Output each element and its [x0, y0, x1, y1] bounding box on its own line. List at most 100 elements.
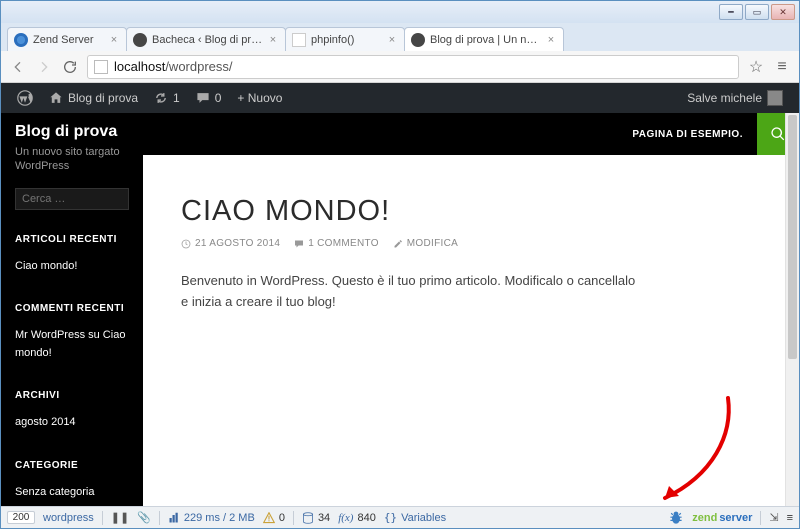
browser-tab[interactable]: Zend Server × [7, 27, 127, 51]
browser-tab[interactable]: phpinfo() × [285, 27, 405, 51]
browser-tab-strip: Zend Server × Bacheca ‹ Blog di prova — … [1, 23, 799, 51]
comment-icon [196, 91, 210, 105]
recent-post-link[interactable]: Ciao mondo! [15, 260, 77, 272]
window-minimize-button[interactable]: ━ [719, 4, 743, 20]
tab-label: Blog di prova | Un nuovo sito [430, 34, 541, 46]
wp-logo-menu[interactable] [9, 83, 41, 113]
browser-toolbar: localhost/wordpress/ ☆ ≡ [1, 51, 799, 83]
admin-new[interactable]: + Nuovo [229, 83, 290, 113]
url-host: localhost [114, 59, 165, 74]
window-close-button[interactable]: ✕ [771, 4, 795, 20]
collapse-button[interactable]: ⇲ [769, 511, 778, 524]
recent-comment-item[interactable]: Mr WordPress su Ciao mondo! [15, 327, 129, 362]
avatar-icon [767, 90, 783, 106]
page-body: Blog di prova Un nuovo sito targato Word… [1, 113, 799, 506]
address-bar[interactable]: localhost/wordpress/ [87, 55, 739, 79]
updates-icon [154, 91, 168, 105]
tab-close-icon[interactable]: × [267, 34, 279, 46]
clock-icon [181, 239, 191, 249]
tab-label: phpinfo() [311, 34, 382, 46]
wp-admin-bar: Blog di prova 1 0 + Nuovo Salve michele [1, 83, 799, 113]
warnings-cell[interactable]: 0 [263, 512, 285, 524]
pause-button[interactable]: ❚❚ [111, 511, 129, 524]
site-sidebar: Blog di prova Un nuovo sito targato Word… [1, 113, 143, 506]
primary-menu: PAGINA DI ESEMPIO. [143, 113, 799, 155]
admin-updates[interactable]: 1 [146, 83, 188, 113]
braces-icon: {} [384, 511, 397, 524]
site-tagline: Un nuovo sito targato WordPress [15, 145, 129, 174]
database-icon [302, 512, 314, 524]
window-maximize-button[interactable]: ▭ [745, 4, 769, 20]
post-date[interactable]: 21 AGOSTO 2014 [181, 238, 280, 249]
timing-cell[interactable]: 229 ms / 2 MB [168, 512, 255, 524]
browser-tab-active[interactable]: Blog di prova | Un nuovo sito × [404, 27, 564, 51]
widget-heading: CATEGORIE [15, 458, 129, 474]
bug-icon [668, 510, 684, 526]
wordpress-icon [17, 90, 33, 106]
content-area: PAGINA DI ESEMPIO. CIAO MONDO! 21 AGOSTO… [143, 113, 799, 506]
tab-close-icon[interactable]: × [545, 34, 557, 46]
admin-comments[interactable]: 0 [188, 83, 230, 113]
tab-close-icon[interactable]: × [386, 34, 398, 46]
zend-server-logo[interactable]: zendserver [692, 512, 752, 524]
admin-site-name: Blog di prova [68, 91, 138, 105]
window-frame: ━ ▭ ✕ Zend Server × Bacheca ‹ Blog di pr… [0, 0, 800, 529]
widget-heading: COMMENTI RECENTI [15, 301, 129, 317]
widget-heading: ARTICOLI RECENTI [15, 232, 129, 248]
post-article: CIAO MONDO! 21 AGOSTO 2014 1 COMMENTO [143, 155, 799, 353]
widget-heading: ARCHIVI [15, 388, 129, 404]
variables-cell[interactable]: {} Variables [384, 511, 446, 524]
page-icon [94, 60, 108, 74]
wordpress-favicon-icon [133, 33, 147, 47]
db-cell[interactable]: 34 [302, 512, 330, 524]
zend-dev-toolbar: 200 wordpress ❚❚ 📎 229 ms / 2 MB 0 34 f(… [1, 506, 799, 528]
home-icon [49, 91, 63, 105]
reload-button[interactable] [61, 58, 79, 76]
post-comments-link[interactable]: 1 COMMENTO [294, 238, 379, 249]
post-meta: 21 AGOSTO 2014 1 COMMENTO MODIFICA [181, 238, 761, 249]
route-label[interactable]: wordpress [43, 512, 94, 524]
post-body: Benvenuto in WordPress. Questo è il tuo … [181, 271, 641, 313]
search-icon [770, 126, 786, 142]
sidebar-search-input[interactable] [15, 188, 129, 210]
site-title[interactable]: Blog di prova [15, 123, 129, 141]
category-link[interactable]: Senza categoria [15, 486, 95, 498]
post-title[interactable]: CIAO MONDO! [181, 195, 761, 228]
user-greeting: Salve michele [687, 91, 762, 105]
tab-label: Bacheca ‹ Blog di prova — W [152, 34, 263, 46]
updates-count: 1 [173, 91, 180, 105]
comments-count: 0 [215, 91, 222, 105]
warning-icon [263, 512, 275, 524]
vertical-scrollbar[interactable] [785, 113, 799, 506]
toolbar-menu-button[interactable]: ≡ [787, 512, 793, 524]
attachment-icon[interactable]: 📎 [137, 511, 151, 524]
tab-close-icon[interactable]: × [108, 34, 120, 46]
url-path: /wordpress/ [165, 59, 232, 74]
menu-sample-page[interactable]: PAGINA DI ESEMPIO. [618, 129, 757, 140]
widget-archives: ARCHIVI agosto 2014 [15, 388, 129, 432]
nav-back-button[interactable] [9, 58, 27, 76]
zray-bug-icon[interactable] [668, 510, 684, 526]
http-status-badge[interactable]: 200 [7, 511, 35, 524]
fx-icon: f(x) [338, 512, 353, 524]
nav-forward-button[interactable] [35, 58, 53, 76]
archive-link[interactable]: agosto 2014 [15, 416, 76, 428]
post-edit-link[interactable]: MODIFICA [393, 238, 458, 249]
os-titlebar: ━ ▭ ✕ [1, 1, 799, 23]
functions-cell[interactable]: f(x) 840 [338, 512, 376, 524]
wordpress-favicon-icon [411, 33, 425, 47]
admin-user-menu[interactable]: Salve michele [679, 83, 791, 113]
bookmark-star-icon[interactable]: ☆ [747, 58, 765, 76]
browser-menu-button[interactable]: ≡ [773, 58, 791, 76]
page-favicon-icon [292, 33, 306, 47]
widget-recent-comments: COMMENTI RECENTI Mr WordPress su Ciao mo… [15, 301, 129, 362]
widget-categories: CATEGORIE Senza categoria [15, 458, 129, 502]
comment-icon [294, 239, 304, 249]
browser-tab[interactable]: Bacheca ‹ Blog di prova — W × [126, 27, 286, 51]
admin-site-link[interactable]: Blog di prova [41, 83, 146, 113]
pencil-icon [393, 239, 403, 249]
scroll-thumb[interactable] [788, 115, 797, 359]
page-viewport: Blog di prova 1 0 + Nuovo Salve michele [1, 83, 799, 506]
annotation-arrow-icon [633, 390, 743, 506]
widget-recent-posts: ARTICOLI RECENTI Ciao mondo! [15, 232, 129, 276]
